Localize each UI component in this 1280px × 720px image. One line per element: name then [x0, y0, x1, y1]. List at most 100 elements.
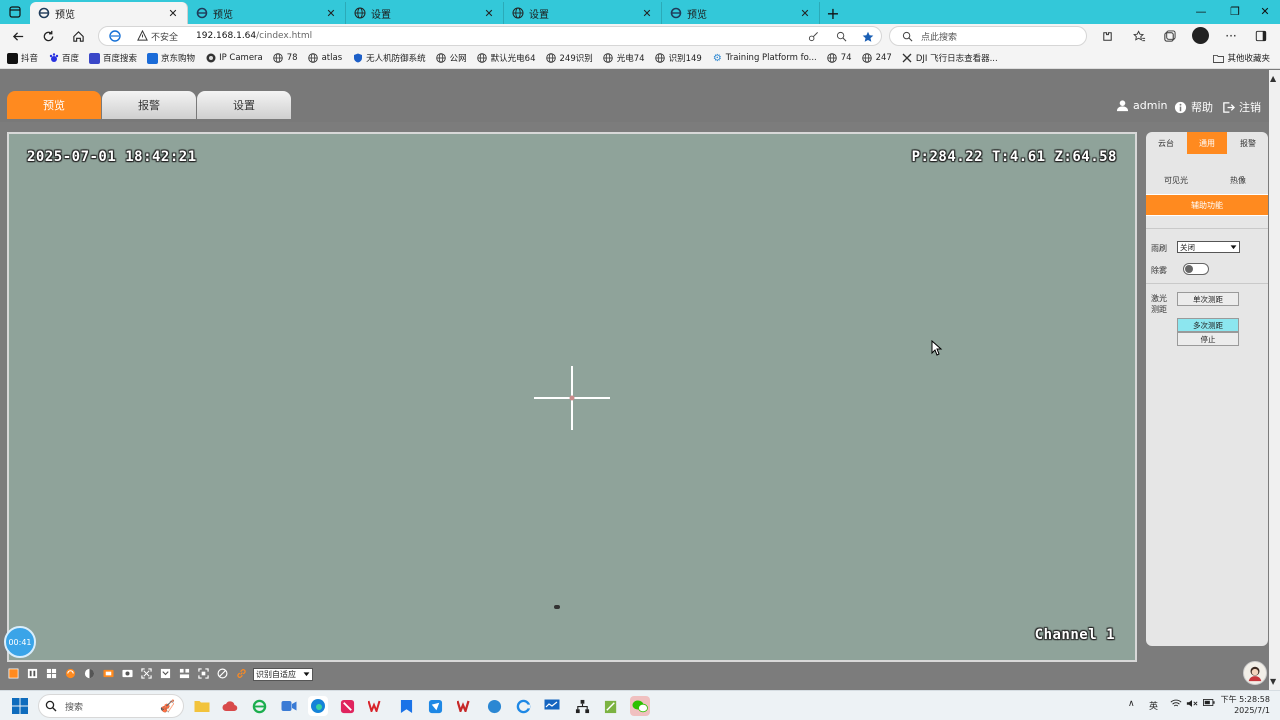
taskbar-search[interactable]: 搜索 🎻: [38, 694, 184, 718]
zoom-icon[interactable]: [835, 30, 848, 43]
favorite-star-icon[interactable]: [861, 30, 874, 43]
browser-tab-5[interactable]: 预览 ✕: [662, 2, 820, 24]
nav-tab-alarm[interactable]: 报警: [102, 91, 196, 119]
home-button[interactable]: [63, 24, 93, 48]
bookmark-item[interactable]: 百度: [48, 52, 79, 64]
spreadsheet-app-icon[interactable]: [601, 696, 621, 716]
panel-tab-alarm[interactable]: 报警: [1228, 132, 1268, 154]
monitor-app-icon[interactable]: [542, 696, 562, 716]
pause-icon[interactable]: [26, 667, 39, 680]
video-meeting-icon[interactable]: [279, 696, 299, 716]
edge-ie-mode-icon[interactable]: [109, 30, 121, 45]
new-tab-button[interactable]: +: [820, 2, 846, 24]
nav-tab-preview[interactable]: 预览: [7, 91, 101, 119]
network-tool-icon[interactable]: [572, 696, 592, 716]
link-icon[interactable]: [235, 667, 248, 680]
minimize-button[interactable]: —: [1184, 0, 1218, 22]
bookmark-item[interactable]: IP Camera: [205, 53, 263, 64]
wiper-select[interactable]: 关闭: [1177, 241, 1240, 253]
close-icon[interactable]: ✕: [325, 7, 337, 20]
other-favorites[interactable]: 其他收藏夹: [1213, 52, 1270, 64]
dingtalk-icon[interactable]: [425, 696, 445, 716]
help-link[interactable]: 帮助: [1174, 99, 1213, 115]
focus-icon[interactable]: [197, 667, 210, 680]
bookmark-item[interactable]: 无人机防御系统: [352, 52, 426, 64]
bookmark-item[interactable]: 247: [862, 53, 892, 64]
color-adjust-icon[interactable]: [83, 667, 96, 680]
address-bar[interactable]: 不安全 192.168.1.64 /cindex.html: [98, 26, 882, 46]
ie-browser-icon[interactable]: [249, 696, 269, 716]
fullscreen-icon[interactable]: [140, 667, 153, 680]
single-range-button[interactable]: 单次测距: [1177, 292, 1239, 306]
assist-functions-header[interactable]: 辅助功能: [1146, 194, 1268, 216]
bookmark-item[interactable]: 公网: [436, 52, 467, 64]
speaker-muted-icon[interactable]: [1186, 699, 1198, 711]
bookmark-item[interactable]: 光电74: [603, 52, 645, 64]
video-preview[interactable]: 2025-07-01 18:42:21 P:284.22 T:4.61 Z:64…: [7, 132, 1137, 662]
warning-icon[interactable]: [137, 29, 148, 44]
key-icon[interactable]: [807, 30, 820, 43]
reload-button[interactable]: [33, 24, 63, 48]
stop-range-button[interactable]: 停止: [1177, 332, 1239, 346]
multi-view-icon[interactable]: [178, 667, 191, 680]
favorites-icon[interactable]: [1132, 29, 1146, 43]
extensions-icon[interactable]: [1100, 29, 1114, 43]
sub-tab-thermal[interactable]: 热像: [1230, 175, 1246, 186]
scroll-up-icon[interactable]: ▲: [1270, 74, 1276, 83]
assistant-avatar[interactable]: [1243, 661, 1267, 685]
back-button[interactable]: [3, 24, 33, 48]
bookmark-item[interactable]: 抖音: [7, 52, 38, 64]
browser-tab-1[interactable]: 预览 ✕: [30, 2, 188, 24]
cloud-browser-icon[interactable]: [513, 696, 533, 716]
search-box[interactable]: 点此搜索: [889, 26, 1087, 46]
system-clock[interactable]: 下午 5:28:58 2025/7/1: [1218, 694, 1270, 716]
close-icon[interactable]: ✕: [483, 7, 495, 20]
bookmark-app-icon[interactable]: [396, 696, 416, 716]
bookmark-item[interactable]: 百度搜索: [89, 52, 137, 64]
wps-office-icon[interactable]: [455, 696, 475, 716]
disable-icon[interactable]: [216, 667, 229, 680]
blue-globe-app-icon[interactable]: [484, 696, 504, 716]
bookmark-item[interactable]: 249识别: [546, 52, 593, 64]
browser-tab-4[interactable]: 设置 ✕: [504, 2, 662, 24]
bookmark-item[interactable]: atlas: [308, 53, 342, 64]
close-icon[interactable]: ✕: [167, 7, 179, 20]
bookmark-item[interactable]: 74: [827, 53, 852, 64]
grid-layout-icon[interactable]: [45, 667, 58, 680]
edge-browser-icon[interactable]: [308, 696, 328, 716]
restore-button[interactable]: ❐: [1218, 0, 1252, 22]
more-menu-icon[interactable]: ···: [1224, 29, 1238, 43]
close-icon[interactable]: ✕: [799, 7, 811, 20]
file-explorer-icon[interactable]: [192, 696, 212, 716]
page-scrollbar[interactable]: ▲ ▼: [1269, 70, 1280, 690]
wifi-icon[interactable]: [1170, 699, 1182, 711]
sub-tab-visible-light[interactable]: 可见光: [1164, 175, 1188, 186]
user-link[interactable]: admin: [1116, 99, 1167, 112]
cloud-app-icon[interactable]: [220, 696, 240, 716]
rotate-icon[interactable]: [64, 667, 77, 680]
windows-start-icon[interactable]: [12, 698, 28, 714]
recording-timer[interactable]: 00:41: [4, 626, 36, 658]
zoom-box-icon[interactable]: [159, 667, 172, 680]
nav-tab-settings[interactable]: 设置: [197, 91, 291, 119]
close-icon[interactable]: ✕: [641, 7, 653, 20]
scroll-down-icon[interactable]: ▼: [1270, 677, 1276, 686]
browser-tab-2[interactable]: 预览 ✕: [188, 2, 346, 24]
snapshot-icon[interactable]: [102, 667, 115, 680]
ime-indicator[interactable]: 英: [1149, 699, 1158, 712]
close-window-button[interactable]: ✕: [1248, 0, 1280, 22]
multi-range-button[interactable]: 多次测距: [1177, 318, 1239, 332]
tray-chevron-up-icon[interactable]: ∧: [1128, 699, 1135, 709]
tab-actions-menu[interactable]: [0, 0, 30, 24]
record-icon[interactable]: [121, 667, 134, 680]
battery-icon[interactable]: [1203, 699, 1215, 709]
logout-link[interactable]: 注销: [1222, 99, 1261, 115]
browser-tab-3[interactable]: 设置 ✕: [346, 2, 504, 24]
stop-icon[interactable]: [7, 667, 20, 680]
defog-toggle[interactable]: [1183, 263, 1209, 275]
profile-avatar[interactable]: [1192, 27, 1209, 44]
notes-app-icon[interactable]: [337, 696, 357, 716]
collections-icon[interactable]: [1162, 29, 1176, 43]
bookmark-item[interactable]: 78: [273, 53, 298, 64]
bookmark-item[interactable]: 识别149: [655, 52, 702, 64]
